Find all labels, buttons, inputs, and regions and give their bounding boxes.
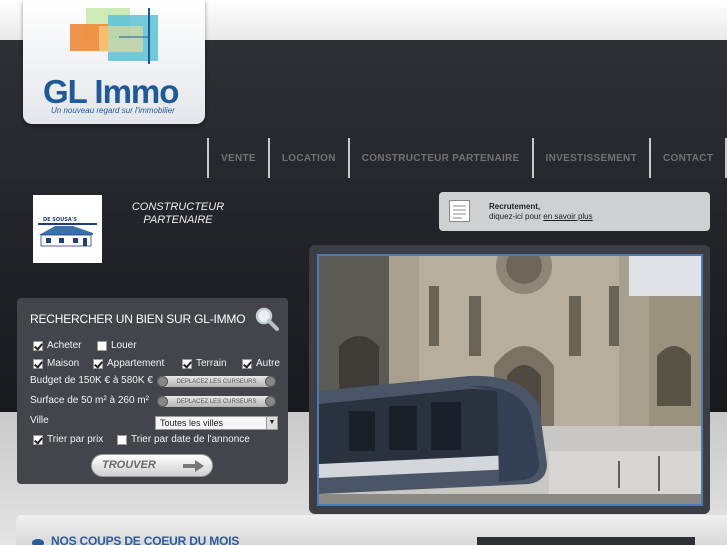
surface-min-handle[interactable]: [157, 396, 168, 407]
option-appartement[interactable]: Appartement: [93, 358, 164, 369]
search-title: RECHERCHER UN BIEN SUR GL-IMMO: [30, 312, 246, 326]
checkbox-maison[interactable]: [33, 358, 43, 369]
surface-label: Surface de 50 m² à 260 m²: [30, 395, 149, 406]
cathedral-tram-photo: [317, 254, 703, 506]
partner-house-icon: DE SOUSA'S: [38, 217, 97, 247]
partner-title: CONSTRUCTEUR PARTENAIRE: [122, 201, 234, 227]
partner-title-line2: PARTENAIRE: [143, 214, 213, 226]
option-autre[interactable]: Autre: [242, 358, 280, 369]
ville-select[interactable]: Toutes les villes ▼: [155, 416, 278, 430]
option-sort-date-label: Trier par date de l'annonce: [131, 434, 250, 445]
recruitment-text: diquez-ici pour en savoir plus: [489, 212, 593, 221]
recruitment-link[interactable]: en savoir plus: [543, 212, 592, 221]
option-autre-label: Autre: [256, 358, 280, 369]
ville-select-value: Toutes les villes: [160, 418, 224, 428]
find-button-label: TROUVER: [102, 459, 156, 471]
surface-slider[interactable]: DEPLACEZ LES CURSEURS: [157, 396, 276, 407]
option-appartement-label: Appartement: [107, 358, 165, 369]
checkbox-terrain[interactable]: [182, 358, 192, 369]
surface-slider-hint: DEPLACEZ LES CURSEURS: [176, 398, 257, 405]
find-button[interactable]: TROUVER: [91, 454, 213, 477]
option-sort-price-label: Trier par prix: [47, 434, 104, 445]
recruitment-title: Recrutement,: [489, 202, 541, 211]
arrow-right-icon: [183, 460, 204, 472]
partner-title-line1: CONSTRUCTEUR: [131, 201, 225, 213]
search-panel: RECHERCHER UN BIEN SUR GL-IMMO Acheter L…: [17, 298, 288, 484]
chevron-down-icon[interactable]: ▼: [266, 417, 277, 429]
option-maison[interactable]: Maison: [33, 358, 79, 369]
featured-title: NOS COUPS DE COEUR DU MOIS: [51, 534, 240, 545]
checkbox-sort-price[interactable]: [33, 434, 43, 445]
option-acheter-label: Acheter: [47, 340, 82, 351]
option-maison-label: Maison: [47, 358, 80, 369]
checkbox-sort-date[interactable]: [117, 434, 127, 445]
photo-frame: [309, 245, 710, 514]
document-icon: [449, 200, 470, 222]
recruitment-banner[interactable]: Recrutement, diquez-ici pour en savoir p…: [439, 192, 710, 231]
nav-item-location[interactable]: LOCATION: [267, 138, 348, 178]
option-louer-label: Louer: [111, 340, 137, 351]
logo-tagline: Un nouveau regard sur l'immobilier: [51, 106, 175, 115]
surface-max-handle[interactable]: [265, 396, 276, 407]
option-louer[interactable]: Louer: [97, 340, 137, 351]
logo[interactable]: GL Immo Un nouveau regard sur l'immobili…: [23, 0, 205, 124]
budget-label: Budget de 150K € à 580K €: [30, 375, 153, 386]
nav-item-investissement[interactable]: INVESTISSEMENT: [531, 138, 649, 178]
search-icon[interactable]: [254, 306, 280, 332]
budget-slider-hint: DEPLACEZ LES CURSEURS: [176, 378, 257, 385]
partner-logo-text: DE SOUSA'S: [43, 217, 77, 223]
option-acheter[interactable]: Acheter: [33, 340, 81, 351]
recruitment-text-prefix: diquez-ici pour: [489, 212, 542, 221]
partner-logo[interactable]: DE SOUSA'S: [33, 195, 102, 263]
logo-graphic-icon: [70, 8, 158, 64]
option-sort-price[interactable]: Trier par prix: [33, 434, 103, 445]
nav-item-vente[interactable]: VENTE: [207, 138, 268, 178]
budget-min-handle[interactable]: [157, 376, 168, 387]
nav-item-contact[interactable]: CONTACT: [648, 138, 727, 178]
option-terrain-label: Terrain: [196, 358, 227, 369]
ville-label: Ville: [30, 415, 49, 426]
featured-tab-bar: [477, 537, 695, 545]
budget-slider[interactable]: DEPLACEZ LES CURSEURS: [157, 376, 276, 387]
checkbox-louer[interactable]: [97, 340, 107, 351]
checkbox-appartement[interactable]: [93, 358, 103, 369]
option-sort-date[interactable]: Trier par date de l'annonce: [117, 434, 250, 445]
budget-max-handle[interactable]: [265, 376, 276, 387]
heart-bullet-icon: [32, 539, 44, 545]
checkbox-autre[interactable]: [242, 358, 252, 369]
option-terrain[interactable]: Terrain: [182, 358, 227, 369]
checkbox-acheter[interactable]: [33, 340, 43, 351]
nav-item-constructeur-partenaire[interactable]: CONSTRUCTEUR PARTENAIRE: [347, 138, 532, 178]
main-nav: VENTE LOCATION CONSTRUCTEUR PARTENAIRE I…: [207, 138, 727, 178]
